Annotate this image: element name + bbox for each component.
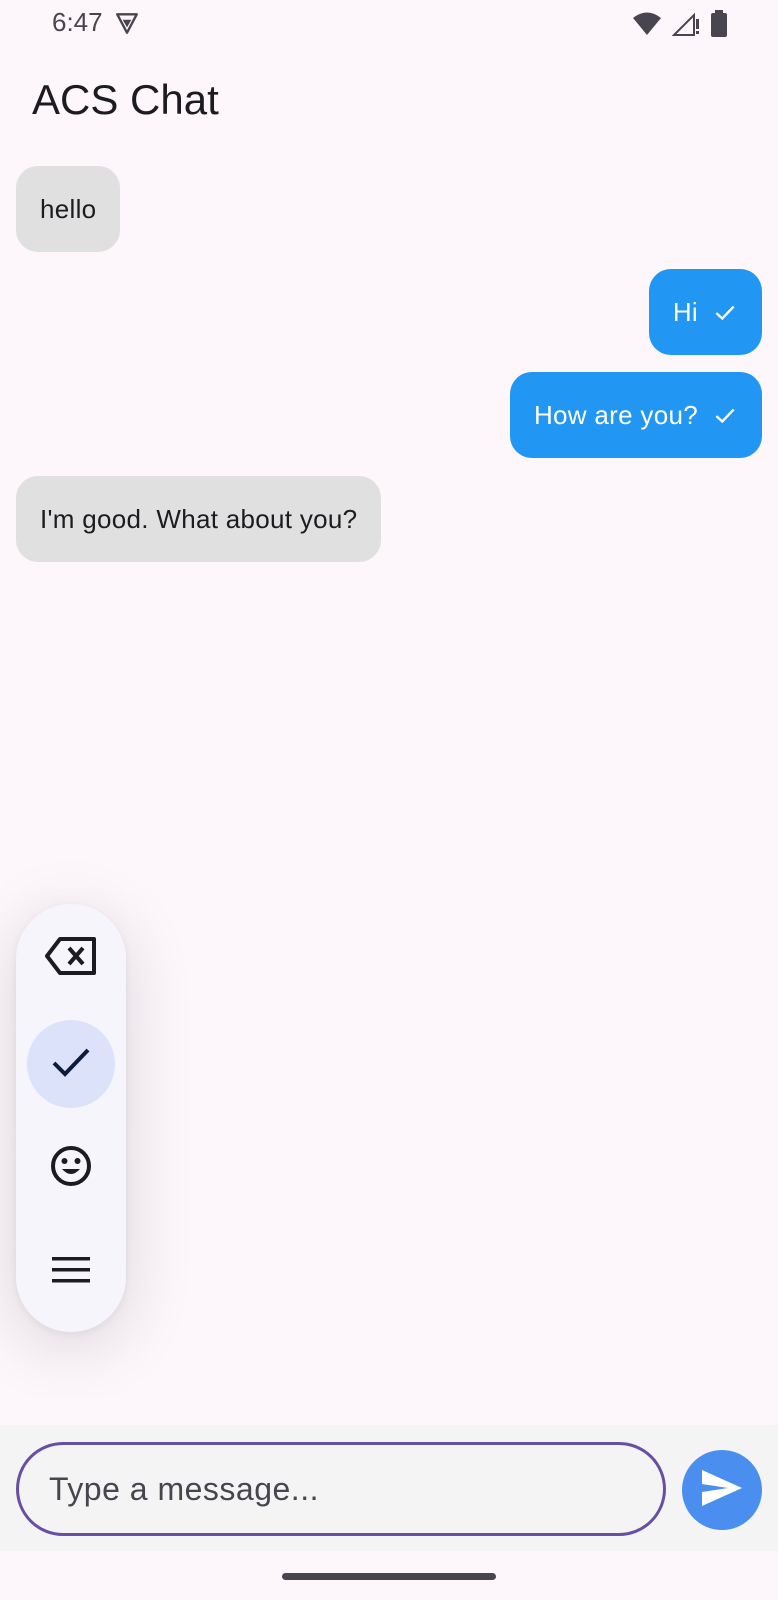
message-text: Hi xyxy=(672,296,698,327)
composer-bar xyxy=(0,1425,778,1551)
wifi-icon xyxy=(632,11,662,42)
vpn-shield-icon xyxy=(114,10,140,41)
message-input[interactable] xyxy=(16,1442,666,1536)
status-time: 6:47 xyxy=(52,7,103,37)
cellular-signal-icon xyxy=(671,11,700,42)
emoji-button[interactable] xyxy=(27,1124,115,1212)
message-bubble-received[interactable]: I'm good. What about you? xyxy=(16,476,382,562)
message-text: How are you? xyxy=(533,399,698,430)
battery-icon xyxy=(710,10,728,43)
backspace-icon xyxy=(45,936,97,981)
send-button[interactable] xyxy=(682,1450,762,1530)
message-text: hello xyxy=(40,193,97,224)
message-bubble-sent[interactable]: Hi xyxy=(648,269,762,355)
check-icon xyxy=(51,1046,91,1083)
floating-toolbar xyxy=(16,904,126,1332)
check-icon xyxy=(712,402,738,428)
chat-screen: 6:47 ACS Chat hello Hi How are you? I'm … xyxy=(0,0,778,1600)
menu-button[interactable] xyxy=(27,1228,115,1316)
message-text: I'm good. What about you? xyxy=(40,503,358,534)
check-button[interactable] xyxy=(27,1020,115,1108)
check-icon xyxy=(712,299,738,325)
emoji-icon xyxy=(50,1145,92,1192)
message-bubble-received[interactable]: hello xyxy=(16,166,121,252)
send-icon xyxy=(700,1468,744,1513)
status-bar: 6:47 xyxy=(0,0,778,48)
backspace-button[interactable] xyxy=(27,914,115,1002)
status-icons xyxy=(632,10,728,43)
menu-icon xyxy=(52,1256,90,1289)
message-bubble-sent[interactable]: How are you? xyxy=(509,372,762,458)
app-title: ACS Chat xyxy=(32,76,219,123)
home-indicator[interactable] xyxy=(282,1573,496,1580)
